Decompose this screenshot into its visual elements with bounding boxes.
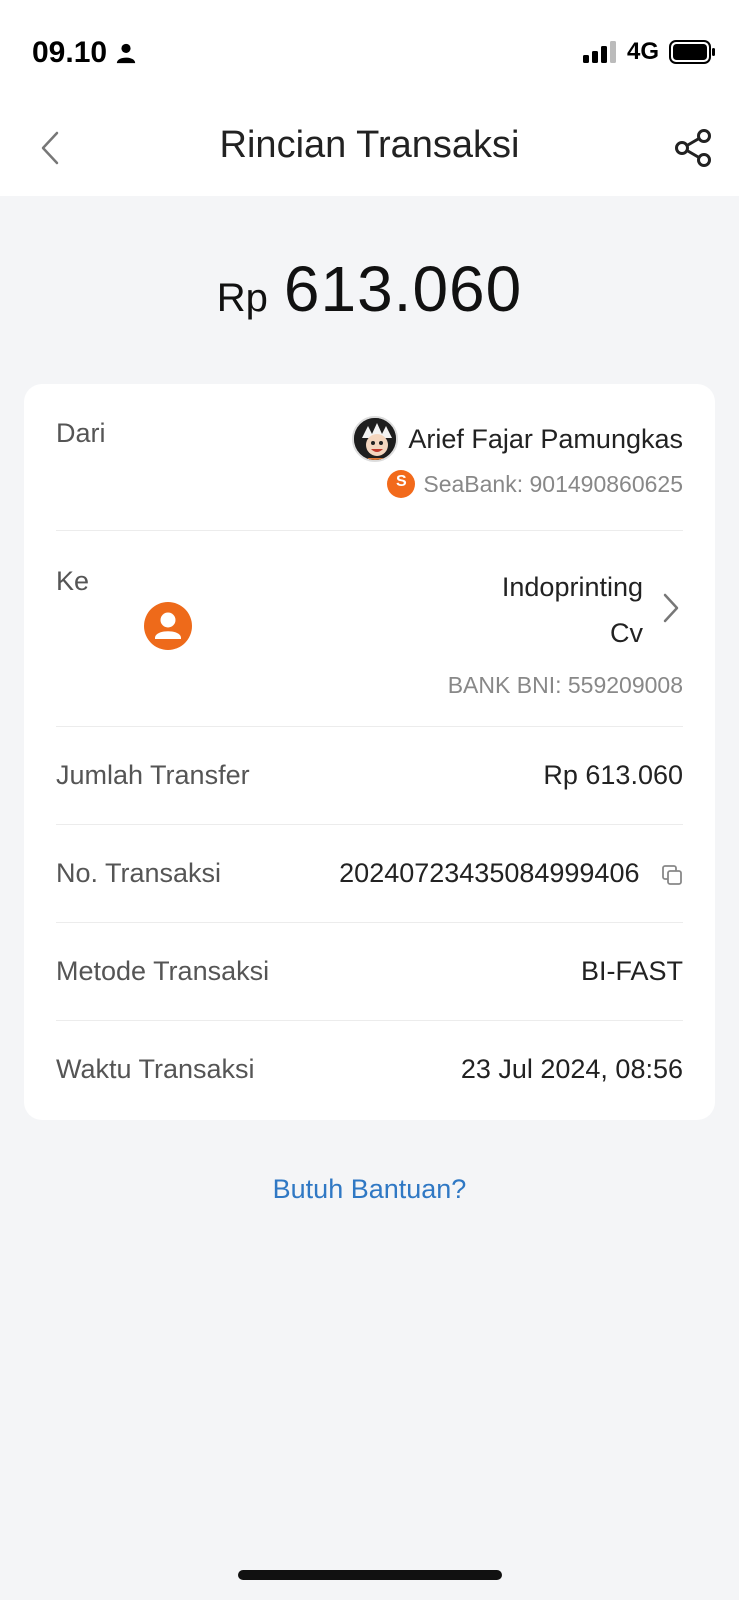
time-label: Waktu Transaksi [56,1054,255,1084]
from-name-group: Arief Fajar Pamungkas [352,416,683,462]
time-value: 23 Jul 2024, 08:56 [460,1054,683,1084]
signal-icon [582,41,616,63]
sender-avatar [352,416,399,462]
transaction-no-row: No. Transaksi 20240723435084999406 [56,824,683,922]
amount-display: Rp 613.060 [0,252,739,326]
chevron-right-icon[interactable] [659,590,683,626]
share-button[interactable] [671,126,715,170]
amount-currency: Rp [216,276,268,320]
time-row: Waktu Transaksi 23 Jul 2024, 08:56 [56,1020,683,1120]
from-row: Dari Arief Fajar Pamungkas S SeaBank: 90… [56,384,683,530]
status-indicators: 4G [582,38,715,66]
transaction-no-value: 20240723435084999406 [339,858,640,888]
help-link[interactable]: Butuh Bantuan? [0,1174,739,1205]
to-account: BANK BNI: 559209008 [447,672,683,698]
user-icon [155,612,181,639]
network-label: 4G [626,38,659,65]
seabank-icon: S [387,470,416,498]
from-account: SeaBank: 901490860625 [423,470,683,497]
to-label: Ke [56,566,90,596]
from-label: Dari [56,418,106,448]
page-title: Rincian Transaksi [219,124,520,166]
home-indicator[interactable] [238,1570,502,1580]
to-name-line1: Indoprinting [501,572,643,602]
avatar-illustration [354,418,397,460]
transfer-amount-label: Jumlah Transfer [56,760,250,790]
method-label: Metode Transaksi [56,956,270,986]
method-row: Metode Transaksi BI-FAST [56,922,683,1020]
transaction-no-group: 20240723435084999406 [339,858,683,889]
status-bar: 09.10 4G [0,0,739,100]
transaction-no-label: No. Transaksi [56,858,222,888]
amount-value: 613.060 [283,253,523,325]
share-icon [675,129,711,167]
copy-icon[interactable] [661,864,683,886]
transfer-amount-value: Rp 613.060 [543,760,683,790]
seabank-icon-letter: S [396,473,407,490]
status-time-text: 09.10 [32,36,108,69]
status-time: 09.10 [32,36,137,70]
battery-icon [669,40,715,64]
method-value: BI-FAST [580,956,683,986]
from-name: Arief Fajar Pamungkas [408,423,683,454]
nav-bar: Rincian Transaksi [0,100,739,196]
person-icon [116,43,136,64]
from-account-group: S SeaBank: 901490860625 [387,470,683,498]
to-row[interactable]: Ke Indoprinting Cv BANK BNI: 559209008 [56,530,683,726]
recipient-avatar [144,602,192,650]
transaction-details-card: Dari Arief Fajar Pamungkas S SeaBank: 90… [24,384,715,1120]
transfer-amount-row: Jumlah Transfer Rp 613.060 [56,726,683,824]
to-name-line2: Cv [610,618,643,648]
